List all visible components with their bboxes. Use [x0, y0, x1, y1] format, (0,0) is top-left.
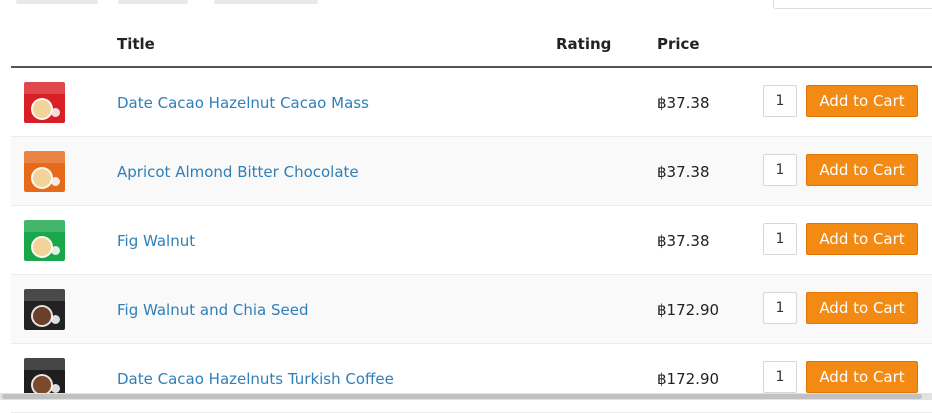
- column-header-title: Title: [117, 35, 155, 53]
- column-header-rating: Rating: [556, 35, 612, 53]
- add-to-cart-button[interactable]: Add to Cart: [806, 223, 918, 255]
- date-cacao-hazelnut-package-icon[interactable]: [24, 82, 65, 123]
- quantity-input[interactable]: [763, 292, 797, 324]
- product-price: ฿37.38: [657, 163, 710, 181]
- product-title-link[interactable]: Date Cacao Hazelnut Cacao Mass: [117, 94, 369, 112]
- apricot-almond-package-icon[interactable]: [24, 151, 65, 192]
- product-table: Title Rating Price Date Cacao Hazelnut C…: [11, 0, 932, 413]
- product-title-link[interactable]: Fig Walnut: [117, 232, 195, 250]
- fig-walnut-chia-package-icon[interactable]: [24, 289, 65, 330]
- add-to-cart-button[interactable]: Add to Cart: [806, 361, 918, 393]
- table-header: Title Rating Price: [11, 0, 932, 68]
- quantity-input[interactable]: [763, 154, 797, 186]
- table-row: Fig Walnut ฿37.38 Add to Cart: [11, 206, 932, 275]
- column-header-price: Price: [657, 35, 700, 53]
- horizontal-scrollbar[interactable]: [0, 393, 932, 400]
- quantity-input[interactable]: [763, 85, 797, 117]
- product-price: ฿172.90: [657, 370, 720, 388]
- product-title-link[interactable]: Fig Walnut and Chia Seed: [117, 301, 308, 319]
- table-row: Apricot Almond Bitter Chocolate ฿37.38 A…: [11, 137, 932, 206]
- quantity-input[interactable]: [763, 361, 797, 393]
- product-price: ฿172.90: [657, 301, 720, 319]
- scrollbar-thumb[interactable]: [2, 394, 922, 399]
- product-title-link[interactable]: Apricot Almond Bitter Chocolate: [117, 163, 359, 181]
- table-row: Date Cacao Hazelnut Cacao Mass ฿37.38 Ad…: [11, 68, 932, 137]
- product-title-link[interactable]: Date Cacao Hazelnuts Turkish Coffee: [117, 370, 394, 388]
- table-row: Fig Walnut and Chia Seed ฿172.90 Add to …: [11, 275, 932, 344]
- product-price: ฿37.38: [657, 94, 710, 112]
- quantity-input[interactable]: [763, 223, 797, 255]
- add-to-cart-button[interactable]: Add to Cart: [806, 154, 918, 186]
- add-to-cart-button[interactable]: Add to Cart: [806, 292, 918, 324]
- product-price: ฿37.38: [657, 232, 710, 250]
- table-row: Date Cacao Hazelnuts Turkish Coffee ฿172…: [11, 344, 932, 413]
- fig-walnut-package-icon[interactable]: [24, 220, 65, 261]
- add-to-cart-button[interactable]: Add to Cart: [806, 85, 918, 117]
